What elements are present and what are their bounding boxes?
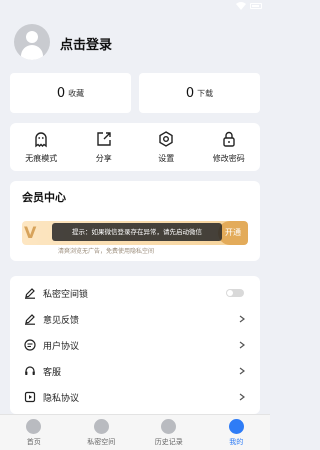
member-center-title: 会员中心 [22,191,66,204]
setting-private-lock[interactable]: 私密空间锁 [10,280,260,306]
quick-actions: 无痕模式 分享 设置 修改密码 [10,123,260,171]
login-link[interactable]: 点击登录 [60,34,112,53]
pencil-icon [25,288,35,299]
action-label: 无痕模式 [25,154,58,163]
favorites-count: 0 [56,85,66,101]
tab-private-space[interactable]: 私密空间 [68,415,136,450]
setting-label: 隐私协议 [43,393,80,404]
status-bar [0,0,270,14]
setting-feedback[interactable]: 意见反馈 [10,306,260,332]
tab-label: 首页 [26,437,41,446]
tab-history[interactable]: 历史记录 [135,415,203,450]
pencil-icon [25,314,35,325]
downloads-card[interactable]: 0 下载 [139,73,260,113]
action-change-password[interactable]: 修改密码 [201,130,257,164]
stats-row: 0 收藏 0 下载 [10,73,260,113]
vip-description: 清爽浏览无广告，免费使用隐私空间 [58,248,155,255]
battery-icon [250,3,262,9]
setting-label: 私密空间锁 [43,289,89,300]
chevron-right-icon [239,315,245,323]
share-icon [97,132,111,146]
hexagon-gear-icon [159,131,173,147]
downloads-label: 下载 [197,88,214,98]
tab-home[interactable]: 首页 [0,415,68,450]
setting-label: 意见反馈 [43,315,80,326]
downloads-count: 0 [185,85,195,101]
setting-user-agreement[interactable]: 用户协议 [10,332,260,358]
ghost-icon [35,132,47,148]
avatar-body [21,45,43,60]
chevron-right-icon [239,393,245,401]
private-lock-toggle[interactable] [226,289,244,297]
favorites-label: 收藏 [68,88,85,98]
setting-customer-service[interactable]: 客服 [10,358,260,384]
action-incognito[interactable]: 无痕模式 [13,130,69,164]
lock-icon [223,131,235,147]
avatar-head [26,31,38,43]
eye-icon [161,418,177,434]
toast-message: 提示：如果微信登录存在异常，请先启动微信 [52,223,222,241]
tab-label: 我的 [229,437,244,446]
action-label: 设置 [158,154,175,163]
action-label: 修改密码 [212,154,245,163]
bottom-tab-bar: 首页 私密空间 历史记录 我的 [0,414,270,450]
setting-label: 客服 [43,367,62,378]
user-icon [228,418,244,434]
chevron-right-icon [239,341,245,349]
user-agreement-icon [24,339,36,351]
play-doc-icon [24,391,36,403]
settings-list: 私密空间锁 意见反馈 用户协议 客服 隐私协议 [10,276,260,414]
profile-header[interactable]: 点击登录 [0,18,270,68]
tab-mine[interactable]: 我的 [203,415,271,450]
action-share[interactable]: 分享 [76,130,132,164]
headset-icon [25,366,35,375]
planet-icon [93,418,109,434]
action-label: 分享 [95,154,112,163]
chevron-right-icon [239,367,245,375]
home-icon [26,418,42,434]
setting-label: 用户协议 [43,341,80,352]
vip-badge: V [24,223,37,242]
wifi-icon [236,2,246,10]
setting-privacy-policy[interactable]: 隐私协议 [10,384,260,410]
avatar[interactable] [14,24,50,60]
favorites-card[interactable]: 0 收藏 [10,73,131,113]
action-settings[interactable]: 设置 [138,130,194,164]
tab-label: 历史记录 [154,437,183,446]
vip-open-button[interactable]: 开通 [218,221,248,245]
tab-label: 私密空间 [87,437,116,446]
